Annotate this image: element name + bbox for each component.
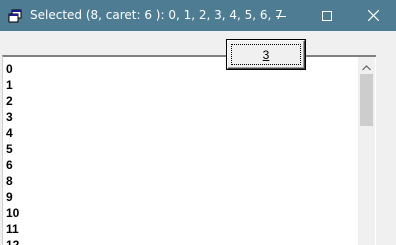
minimize-button[interactable] bbox=[258, 0, 304, 31]
list-item[interactable]: 3 bbox=[6, 109, 19, 125]
app-window-icon[interactable] bbox=[8, 8, 22, 23]
list-item[interactable]: 0 bbox=[6, 61, 19, 77]
title-bar[interactable]: Selected (8, caret: 6 ): 0, 1, 2, 3, 4, … bbox=[0, 0, 396, 31]
push-button-label: 3 bbox=[262, 47, 270, 62]
close-button[interactable] bbox=[350, 0, 396, 31]
vertical-scrollbar[interactable] bbox=[358, 57, 375, 245]
list-item[interactable]: 5 bbox=[6, 141, 19, 157]
list-items: 0 1 2 3 4 5 6 8 9 10 11 12 bbox=[6, 61, 19, 245]
list-item[interactable]: 2 bbox=[6, 93, 19, 109]
list-item[interactable]: 8 bbox=[6, 173, 19, 189]
chevron-up-icon bbox=[362, 56, 371, 75]
maximize-icon bbox=[322, 10, 332, 21]
window-title: Selected (8, caret: 6 ): 0, 1, 2, 3, 4, … bbox=[30, 8, 283, 22]
client-area: 0 1 2 3 4 5 6 8 9 10 11 12 3 bbox=[1, 31, 395, 245]
maximize-button[interactable] bbox=[304, 0, 350, 31]
list-item[interactable]: 12 bbox=[6, 237, 19, 245]
list-item[interactable]: 9 bbox=[6, 189, 19, 205]
multi-select-listbox[interactable]: 0 1 2 3 4 5 6 8 9 10 11 12 bbox=[2, 55, 376, 245]
list-item[interactable]: 10 bbox=[6, 205, 19, 221]
push-button[interactable]: 3 bbox=[227, 40, 305, 69]
list-item[interactable]: 6 bbox=[6, 157, 19, 173]
list-item[interactable]: 1 bbox=[6, 77, 19, 93]
scroll-thumb[interactable] bbox=[360, 74, 373, 126]
list-item[interactable]: 11 bbox=[6, 221, 19, 237]
close-icon bbox=[367, 10, 379, 21]
list-item[interactable]: 4 bbox=[6, 125, 19, 141]
minimize-icon bbox=[276, 11, 286, 21]
app-window: Selected (8, caret: 6 ): 0, 1, 2, 3, 4, … bbox=[0, 0, 396, 245]
scroll-up-button[interactable] bbox=[358, 57, 375, 74]
